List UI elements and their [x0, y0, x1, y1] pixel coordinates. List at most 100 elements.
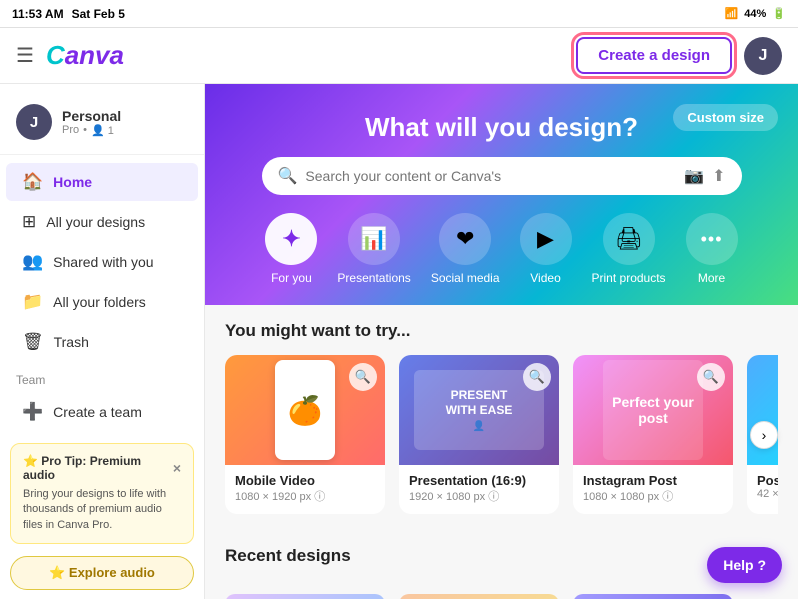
canva-logo: Canva: [46, 40, 124, 71]
video-icon-circle: ▶: [520, 213, 572, 265]
team-section-label: Team: [0, 363, 204, 391]
avatar[interactable]: J: [744, 37, 782, 75]
print-icon: 🖨: [615, 226, 643, 252]
card-title-insta: Instagram Post: [583, 473, 723, 488]
presentations-label: Presentations: [337, 271, 410, 285]
social-icon-circle: ❤: [439, 213, 491, 265]
profile-info: Personal Pro • 👤 1: [62, 108, 121, 137]
sidebar-item-trash[interactable]: 🗑 Trash: [6, 323, 198, 361]
explore-audio-button[interactable]: ⭐ Explore audio: [10, 556, 194, 590]
shared-icon: 👥: [22, 252, 43, 272]
category-social-media[interactable]: ❤ Social media: [431, 213, 500, 285]
add-icon: ➕: [22, 402, 43, 422]
for-you-label: For you: [271, 271, 312, 285]
card-instagram[interactable]: Perfect your post 🔍 Instagram Post 1080 …: [573, 355, 733, 514]
sidebar-item-all-designs[interactable]: ⊞ All your designs: [6, 203, 198, 241]
nav-right: Create a design J: [576, 37, 782, 75]
category-more[interactable]: ••• More: [686, 213, 738, 285]
card-body-insta: Instagram Post 1080 × 1080 px ⓘ: [573, 465, 733, 514]
cards-next-chevron[interactable]: ›: [750, 421, 778, 449]
search-icon: 🔍: [278, 166, 298, 186]
nav-left: ☰ Canva: [16, 40, 124, 71]
card-body-pres: Presentation (16:9) 1920 × 1080 px ⓘ: [399, 465, 559, 514]
for-you-icon: ✦: [282, 226, 300, 252]
more-icon: •••: [701, 229, 723, 250]
presentations-icon: 📊: [360, 226, 387, 252]
category-row: ✦ For you 📊 Presentations ❤ Social media: [265, 213, 737, 285]
sidebar-item-folders[interactable]: 📁 All your folders: [6, 283, 198, 321]
menu-icon[interactable]: ☰: [16, 43, 34, 68]
presentations-icon-circle: 📊: [348, 213, 400, 265]
profile-sub: Pro • 👤 1: [62, 124, 121, 137]
print-icon-circle: 🖨: [603, 213, 655, 265]
video-icon: ▶: [537, 226, 554, 252]
profile-name: Personal: [62, 108, 121, 124]
sidebar-label-shared: Shared with you: [53, 254, 153, 270]
insta-text: Perfect your post: [603, 390, 703, 430]
pro-tip-box: ⭐ Pro Tip: Premium audio × Bring your de…: [10, 443, 194, 544]
status-bar: 11:53 AM Sat Feb 5 📶 44% 🔋: [0, 0, 798, 28]
time: 11:53 AM: [12, 7, 64, 21]
card-body-mobile: Mobile Video 1080 × 1920 px ⓘ: [225, 465, 385, 514]
trash-icon: 🗑: [22, 332, 44, 352]
sidebar-item-home[interactable]: 🏠 Home: [6, 163, 198, 201]
card-title-poster: Poster: [757, 473, 778, 488]
pro-badge: Pro: [62, 124, 79, 136]
profile-avatar: J: [16, 104, 52, 140]
custom-size-button[interactable]: Custom size: [673, 104, 778, 131]
card-mobile-video[interactable]: 🍊 🔍 Mobile Video 1080 × 1920 px ⓘ: [225, 355, 385, 514]
card-title-mobile: Mobile Video: [235, 473, 375, 488]
home-icon: 🏠: [22, 172, 43, 192]
card-title-pres: Presentation (16:9): [409, 473, 549, 488]
sidebar-label-folders: All your folders: [53, 294, 146, 310]
card-search-icon-pres[interactable]: 🔍: [523, 363, 551, 391]
card-thumb-poster: 🖼 🔍: [747, 355, 778, 465]
more-icon-circle: •••: [686, 213, 738, 265]
recent-card-3[interactable]: [573, 594, 733, 599]
card-search-icon-insta[interactable]: 🔍: [697, 363, 725, 391]
dot-sep: •: [83, 124, 87, 136]
category-video[interactable]: ▶ Video: [520, 213, 572, 285]
pro-tip-header: ⭐ Pro Tip: Premium audio ×: [23, 454, 181, 482]
main-content: What will you design? Custom size 🔍 📷 ⬆ …: [205, 84, 798, 599]
date: Sat Feb 5: [72, 7, 125, 21]
for-you-icon-circle: ✦: [265, 213, 317, 265]
folder-icon: 📁: [22, 292, 43, 312]
card-presentation[interactable]: PRESENTWITH EASE 👤 🔍 Presentation (16:9)…: [399, 355, 559, 514]
grid-icon: ⊞: [22, 212, 36, 232]
help-button[interactable]: Help ?: [707, 547, 782, 583]
hero-section: What will you design? Custom size 🔍 📷 ⬆ …: [205, 84, 798, 305]
wifi-icon: 📶: [725, 7, 739, 20]
print-label: Print products: [592, 271, 666, 285]
help-label: Help ?: [723, 557, 766, 573]
more-label: More: [698, 271, 725, 285]
pro-tip-close-button[interactable]: ×: [173, 460, 181, 476]
category-presentations[interactable]: 📊 Presentations: [337, 213, 410, 285]
try-cards-wrapper: 🍊 🔍 Mobile Video 1080 × 1920 px ⓘ PRESEN…: [225, 355, 778, 514]
category-for-you[interactable]: ✦ For you: [265, 213, 317, 285]
category-print[interactable]: 🖨 Print products: [592, 213, 666, 285]
recent-cards-row: ⬇ ••• ⬇ •••: [225, 594, 778, 599]
sidebar-label-trash: Trash: [54, 334, 89, 350]
recent-card-1[interactable]: ⬇ •••: [225, 594, 385, 599]
recent-section-title: Recent designs: [225, 546, 351, 566]
sidebar-item-shared[interactable]: 👥 Shared with you: [6, 243, 198, 281]
camera-icon[interactable]: 📷: [684, 166, 704, 186]
sidebar: J Personal Pro • 👤 1 🏠 Home ⊞ All your d…: [0, 84, 205, 599]
mobile-thumb-inner: 🍊: [275, 360, 335, 460]
sidebar-item-create-team[interactable]: ➕ Create a team: [6, 393, 198, 431]
try-section-title: You might want to try...: [225, 321, 778, 341]
card-thumb-pres: PRESENTWITH EASE 👤 🔍: [399, 355, 559, 465]
battery-icon: 🔋: [772, 7, 786, 20]
layout: J Personal Pro • 👤 1 🏠 Home ⊞ All your d…: [0, 84, 798, 599]
search-input[interactable]: [305, 168, 676, 184]
create-design-button[interactable]: Create a design: [576, 37, 732, 74]
card-thumb-insta: Perfect your post 🔍: [573, 355, 733, 465]
member-count: 👤 1: [91, 124, 114, 137]
card-search-icon-mobile[interactable]: 🔍: [349, 363, 377, 391]
recent-card-2[interactable]: ⬇ •••: [399, 594, 559, 599]
status-right: 📶 44% 🔋: [725, 7, 786, 20]
social-label: Social media: [431, 271, 500, 285]
pres-sub-text: 👤: [473, 421, 485, 432]
upload-icon[interactable]: ⬆: [712, 166, 725, 186]
